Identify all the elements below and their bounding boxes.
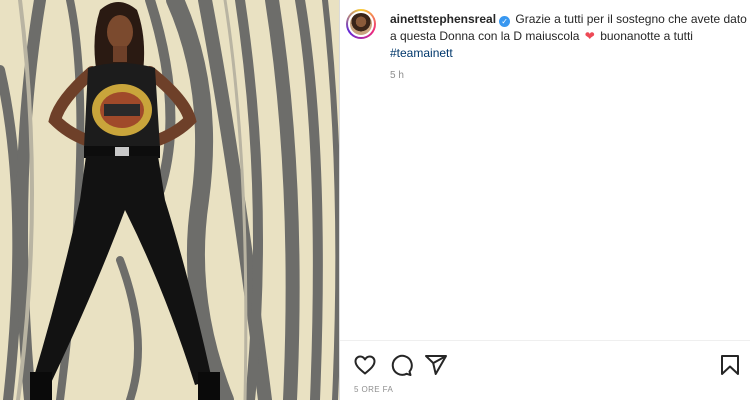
post-timestamp: 5 ORE FA bbox=[354, 385, 394, 394]
send-icon bbox=[425, 355, 447, 375]
comment-button[interactable] bbox=[389, 353, 413, 377]
like-button[interactable] bbox=[353, 353, 377, 377]
comment-icon bbox=[391, 354, 413, 376]
avatar[interactable] bbox=[346, 9, 376, 39]
hashtag-link[interactable]: #teamainett bbox=[390, 46, 453, 60]
verified-badge-icon: ✓ bbox=[499, 16, 511, 27]
post-caption: ainettstephensreal ✓ Grazie a tutti per i… bbox=[390, 11, 750, 62]
post-panel: ainettstephensreal ✓ Grazie a tutti per i… bbox=[339, 0, 750, 400]
action-bar: 5 ORE FA bbox=[340, 340, 750, 400]
bookmark-icon bbox=[721, 355, 739, 375]
red-heart-emoji: ❤ bbox=[584, 29, 595, 43]
username-link[interactable]: ainettstephensreal bbox=[390, 12, 496, 26]
caption-text-2: buonanotte a tutti bbox=[600, 29, 693, 43]
post-photo[interactable] bbox=[0, 0, 339, 400]
caption-timestamp: 5 h bbox=[390, 70, 404, 81]
avatar-image bbox=[348, 11, 374, 37]
share-button[interactable] bbox=[424, 353, 448, 377]
save-button[interactable] bbox=[718, 353, 742, 377]
heart-icon bbox=[354, 355, 376, 375]
post-image bbox=[0, 0, 339, 400]
